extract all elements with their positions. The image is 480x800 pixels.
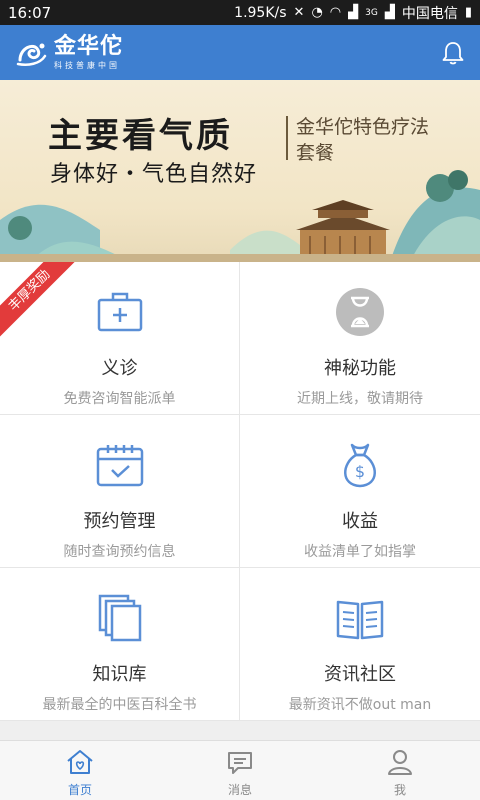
status-time: 16:07 [8,3,52,22]
banner-side-text: 金华佗特色疗法套餐 [296,116,430,164]
network-speed: 1.95K/s [234,4,287,21]
bottom-tab-bar: 首页 消息 我 [0,740,480,800]
signal-icon-2: ▟ [384,5,395,20]
feature-desc: 随时查询预约信息 [63,544,176,560]
banner-subtitle: 身体好・气色自然好 [50,162,258,187]
feature-knowledge[interactable]: 知识库 最新最全的中医百科全书 [0,568,240,721]
documents-icon [98,594,141,642]
alarm-icon: ◔ [311,5,323,20]
section-gap [0,721,480,740]
feature-consultation[interactable]: 丰厚奖励 义诊 免费咨询智能派单 [0,262,240,415]
feature-news[interactable]: 资讯社区 最新资讯不做out man [240,568,480,721]
book-icon [336,600,384,640]
feature-mystery[interactable]: 神秘功能 近期上线，敬请期待 [240,262,480,415]
bell-icon[interactable] [440,40,466,66]
tab-profile[interactable]: 我 [320,741,480,800]
feature-title: 资讯社区 [324,664,396,685]
network-type: 3G [365,7,378,18]
profile-icon [388,750,412,775]
tab-messages[interactable]: 消息 [160,741,320,800]
app-logo: 金华佗 科技普康中国 [14,33,124,70]
feature-title: 神秘功能 [324,358,396,379]
calendar-icon [96,445,143,487]
feature-grid: 丰厚奖励 义诊 免费咨询智能派单 神秘功能 近期上线，敬请期待 预约管理 随时查… [0,262,480,721]
logo-icon [16,43,47,66]
money-bag-icon: $ [344,443,376,488]
feature-earnings[interactable]: $ 收益 收益清单了如指掌 [240,415,480,568]
mute-icon: ✕ [293,5,305,20]
message-icon [228,752,252,774]
tab-label: 我 [393,783,406,797]
hourglass-icon [336,288,384,336]
banner-divider [286,116,288,160]
feature-desc: 免费咨询智能派单 [63,391,176,407]
logo-name: 金华佗 [54,33,124,59]
feature-title: 预约管理 [83,511,156,532]
feature-title: 义诊 [101,358,138,379]
feature-desc: 收益清单了如指掌 [304,544,416,560]
signal-icon: ▟ [348,5,359,20]
feature-title: 收益 [342,511,378,532]
tab-label: 消息 [227,783,252,797]
svg-text:$: $ [355,462,365,481]
app-bar: 金华佗 科技普康中国 [0,25,480,80]
banner-title: 主要看气质 [48,116,233,156]
feature-title: 知识库 [92,664,147,685]
status-bar: 16:07 1.95K/s ✕ ◔ ◠ ▟ 3G ▟ 中国电信 ▮ [0,0,480,25]
feature-appointments[interactable]: 预约管理 随时查询预约信息 [0,415,240,568]
feature-desc: 最新最全的中医百科全书 [42,697,197,713]
reward-ribbon: 丰厚奖励 [0,262,79,340]
home-icon [67,750,93,774]
battery-icon: ▮ [464,5,472,20]
wifi-icon: ◠ [329,5,342,20]
status-right: 1.95K/s ✕ ◔ ◠ ▟ 3G ▟ 中国电信 ▮ [234,3,472,23]
feature-desc: 最新资讯不做out man [288,697,432,713]
medical-kit-icon [97,292,142,332]
promo-banner[interactable]: 主要看气质 身体好・气色自然好 金华佗特色疗法套餐 [0,80,480,262]
logo-tagline: 科技普康中国 [54,60,120,70]
tab-label: 首页 [67,783,92,797]
feature-desc: 近期上线，敬请期待 [297,391,423,407]
tab-home[interactable]: 首页 [0,741,160,800]
carrier-name: 中国电信 [401,5,458,22]
